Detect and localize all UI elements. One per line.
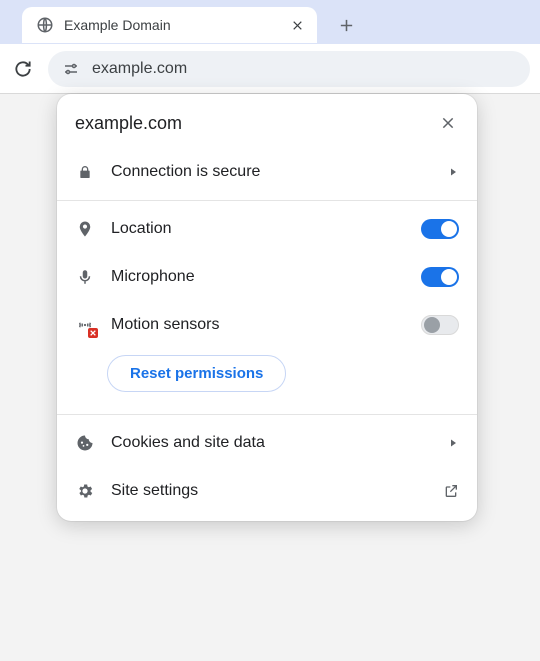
page-content: example.com Connection is secure — [0, 94, 540, 661]
tab-strip: Example Domain — [0, 0, 540, 44]
divider — [57, 200, 477, 201]
permission-motion-toggle[interactable] — [421, 315, 459, 335]
permission-location-row: Location — [57, 205, 477, 253]
close-tab-icon[interactable] — [289, 17, 305, 33]
new-tab-button[interactable] — [329, 8, 363, 42]
gear-icon — [75, 481, 95, 501]
address-bar-url: example.com — [92, 60, 187, 78]
permission-microphone-row: Microphone — [57, 253, 477, 301]
location-pin-icon — [75, 219, 95, 239]
popup-site-name: example.com — [75, 113, 437, 134]
lock-icon — [75, 162, 95, 182]
permission-location-toggle[interactable] — [421, 219, 459, 239]
site-settings-label: Site settings — [111, 482, 427, 500]
site-info-popup: example.com Connection is secure — [57, 94, 477, 521]
globe-icon — [36, 16, 54, 34]
chevron-right-icon — [447, 437, 459, 449]
cookies-row[interactable]: Cookies and site data — [57, 419, 477, 467]
cookies-label: Cookies and site data — [111, 434, 431, 452]
site-settings-row[interactable]: Site settings — [57, 467, 477, 515]
permission-microphone-toggle[interactable] — [421, 267, 459, 287]
site-controls-icon[interactable] — [62, 60, 80, 78]
external-link-icon — [443, 483, 459, 499]
permission-motion-label: Motion sensors — [111, 316, 405, 334]
permission-motion-row: Motion sensors — [57, 301, 477, 349]
connection-label: Connection is secure — [111, 163, 431, 181]
reload-button[interactable] — [6, 52, 40, 86]
divider — [57, 414, 477, 415]
close-popup-button[interactable] — [437, 112, 459, 134]
popup-header: example.com — [57, 94, 477, 148]
chevron-right-icon — [447, 166, 459, 178]
blocked-badge-icon — [88, 328, 98, 338]
browser-tab[interactable]: Example Domain — [22, 7, 317, 43]
permission-microphone-label: Microphone — [111, 268, 405, 286]
permission-location-label: Location — [111, 220, 405, 238]
motion-sensors-icon — [75, 315, 95, 335]
address-bar[interactable]: example.com — [48, 51, 530, 87]
cookie-icon — [75, 433, 95, 453]
microphone-icon — [75, 267, 95, 287]
reset-permissions-button[interactable]: Reset permissions — [107, 355, 286, 392]
reset-permissions-wrap: Reset permissions — [57, 349, 477, 410]
connection-row[interactable]: Connection is secure — [57, 148, 477, 196]
toolbar: example.com — [0, 44, 540, 94]
tab-title: Example Domain — [64, 17, 279, 33]
